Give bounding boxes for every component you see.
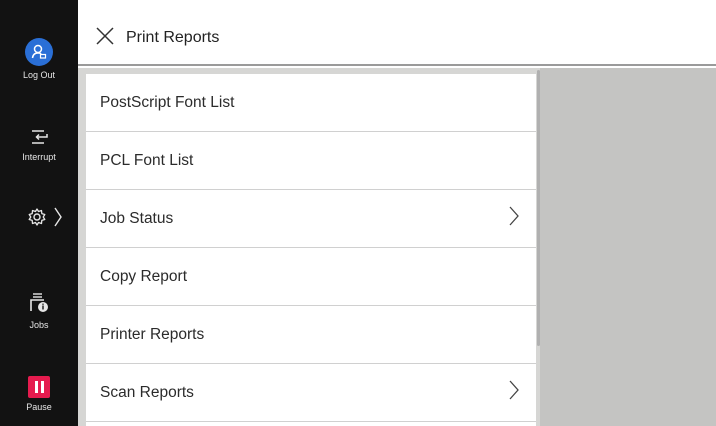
- list-item-label: Job Status: [100, 209, 174, 227]
- close-button[interactable]: [78, 11, 132, 65]
- interrupt-label: Interrupt: [22, 152, 56, 162]
- list-item-postscript-font-list[interactable]: PostScript Font List: [86, 74, 536, 132]
- sidebar: Log Out Interrupt Jobs Pause: [0, 0, 78, 426]
- page-title: Print Reports: [126, 29, 220, 46]
- interrupt-button[interactable]: Interrupt: [0, 128, 78, 162]
- interrupt-icon: [28, 128, 50, 148]
- user-icon: [25, 38, 53, 66]
- list-item-scan-reports[interactable]: Scan Reports: [86, 364, 536, 422]
- logout-label: Log Out: [22, 70, 56, 80]
- empty-panel: [540, 68, 716, 426]
- chevron-right-icon: [53, 206, 63, 230]
- list-item-copy-report[interactable]: Copy Report: [86, 248, 536, 306]
- gear-icon: [27, 207, 47, 229]
- logout-button[interactable]: Log Out: [0, 38, 78, 80]
- list-item-label: Copy Report: [100, 267, 188, 285]
- list-item-label: PCL Font List: [100, 151, 194, 169]
- jobs-icon: [28, 292, 50, 316]
- header-bar: Print Reports: [78, 12, 716, 66]
- chevron-right-icon: [508, 205, 520, 232]
- device-settings-button[interactable]: [0, 206, 78, 230]
- pause-icon: [28, 376, 50, 398]
- list-scrollbar[interactable]: [537, 70, 540, 346]
- pause-label: Pause: [26, 402, 52, 412]
- chevron-right-icon: [508, 379, 520, 406]
- jobs-button[interactable]: Jobs: [0, 292, 78, 330]
- pause-button[interactable]: Pause: [0, 376, 78, 412]
- list-item-label: Printer Reports: [100, 325, 205, 343]
- list-item-label: Scan Reports: [100, 383, 194, 401]
- jobs-label: Jobs: [29, 320, 49, 330]
- list-item-printer-reports[interactable]: Printer Reports: [86, 306, 536, 364]
- reports-list: PostScript Font List PCL Font List Job S…: [86, 74, 536, 426]
- list-item-pcl-font-list[interactable]: PCL Font List: [86, 132, 536, 190]
- list-item-job-status[interactable]: Job Status: [86, 190, 536, 248]
- close-icon: [96, 26, 114, 50]
- list-item-label: PostScript Font List: [100, 93, 235, 111]
